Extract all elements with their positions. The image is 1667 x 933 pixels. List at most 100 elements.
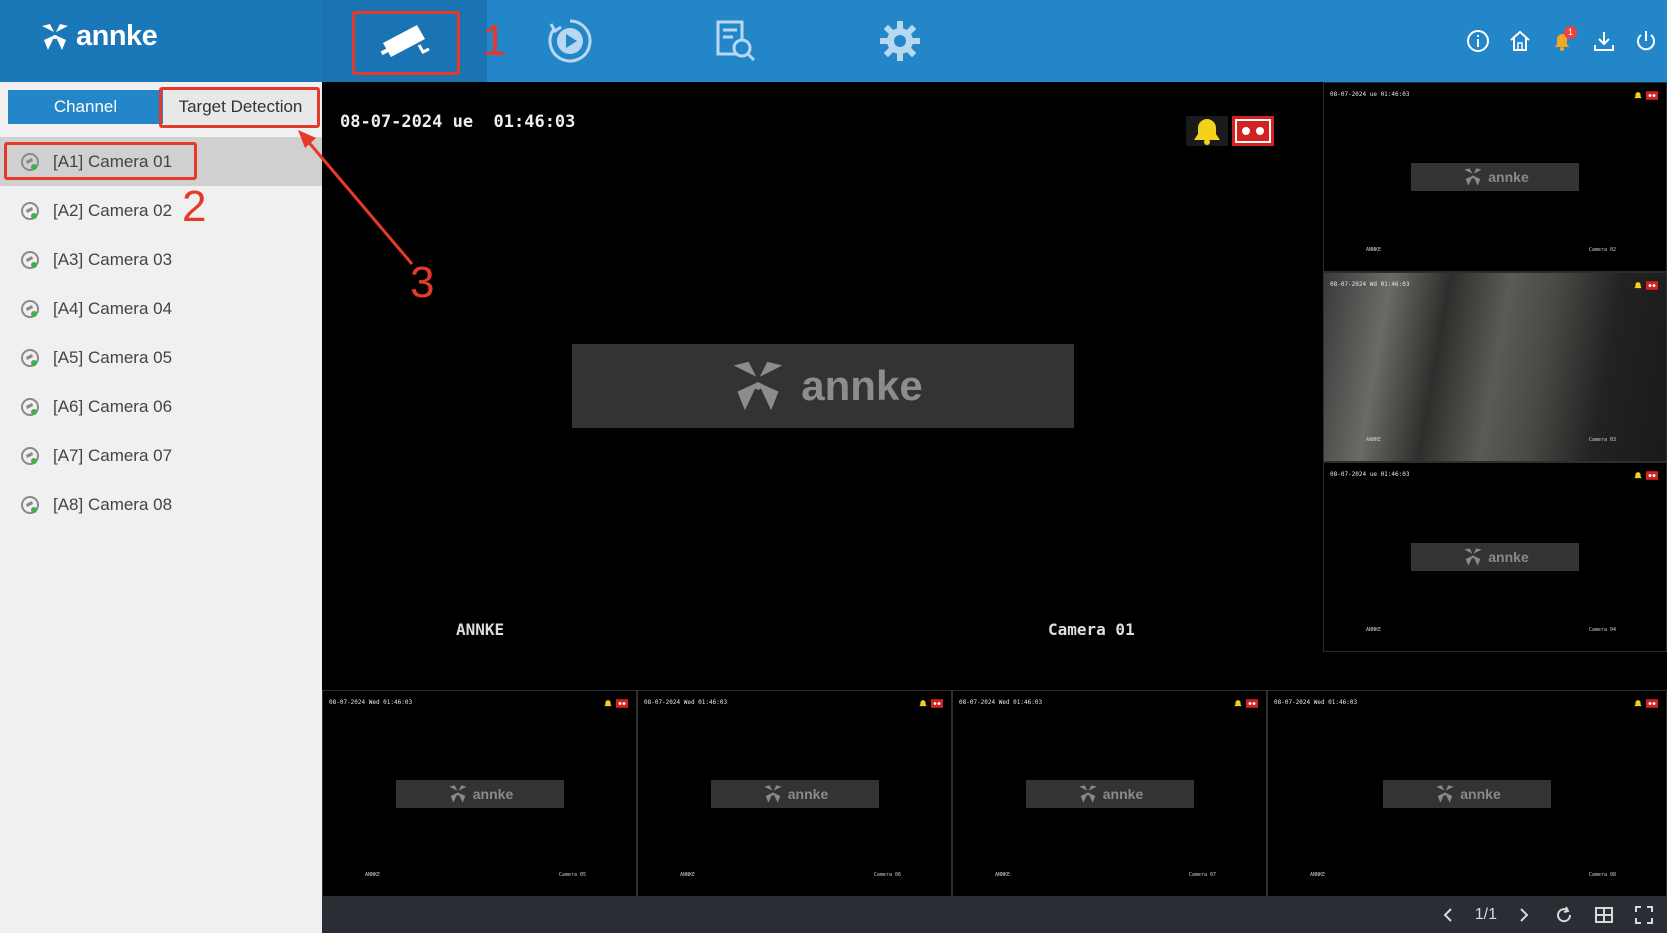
main-alarm-icons <box>1186 116 1274 146</box>
camera-online-icon <box>20 152 40 172</box>
alarm-bell-icon <box>604 700 612 707</box>
annke-logo-icon <box>1079 784 1097 803</box>
channel-item-3[interactable]: [A3] Camera 03 <box>0 235 322 284</box>
annke-logo-icon <box>449 784 467 803</box>
next-page-button[interactable] <box>1511 902 1537 928</box>
main-osd-left: ANNKE <box>456 620 505 639</box>
file-search-icon <box>716 20 755 62</box>
nav-live-view[interactable] <box>322 0 487 82</box>
tab-channel[interactable]: Channel <box>8 90 163 124</box>
alarm-bell-icon <box>1634 282 1642 289</box>
motion-alarm-icon <box>1646 281 1658 290</box>
tile-logo-text: annke <box>787 785 829 802</box>
main-logo-text: annke <box>801 362 923 409</box>
annotation-number-2: 2 <box>182 182 207 231</box>
channel-label: [A5] Camera 05 <box>53 347 173 367</box>
video-tile-main[interactable]: 08-07-2024 ue 01:46:03 annke ANNKE Camer… <box>322 82 1323 690</box>
power-icon <box>1637 31 1655 51</box>
tile-logo-text: annke <box>1488 549 1529 565</box>
video-tile-3[interactable]: 08-07-2024 Wd 01:46:03 ANNKE Camera 03 <box>1323 272 1667 462</box>
fullscreen-button[interactable] <box>1631 902 1657 928</box>
video-tile-7[interactable]: annke 08-07-2024 Wed 01:46:03 ANNKE Camera … <box>952 690 1267 897</box>
top-navbar: annke 1 <box>0 0 1667 82</box>
channel-item-8[interactable]: [A8] Camera 08 <box>0 480 322 529</box>
main-annke-watermark: annke <box>572 344 1074 428</box>
channel-label: [A3] Camera 03 <box>53 249 173 269</box>
bottom-toolbar: 1/1 <box>322 897 1667 933</box>
download-button[interactable] <box>1583 20 1625 62</box>
tile-alarm-icons <box>917 699 943 708</box>
tile-osd-left: ANNKE <box>1310 872 1326 878</box>
download-icon <box>1594 32 1614 51</box>
channel-list: [A1] Camera 01 [A2] Camera 02 [A3] Camera … <box>0 137 322 529</box>
camera-online-icon <box>20 495 40 515</box>
notification-badge: 1 <box>1564 26 1577 39</box>
nav-settings[interactable] <box>817 0 982 82</box>
channel-item-4[interactable]: [A4] Camera 04 <box>0 284 322 333</box>
power-button[interactable] <box>1625 20 1667 62</box>
tile-osd-left: ANNKE <box>680 872 696 878</box>
annke-logo-icon <box>764 784 782 803</box>
camera-online-icon <box>20 299 40 319</box>
camera-status-icon <box>21 201 39 220</box>
brand-logo: annke <box>38 20 158 53</box>
refresh-icon <box>1557 906 1572 923</box>
layout-icon <box>1595 907 1613 923</box>
tile-alarm-icons <box>1632 471 1658 480</box>
tile-osd-timestamp: 08-07-2024 Wed 01:46:03 <box>644 699 728 706</box>
video-tile-6[interactable]: annke 08-07-2024 Wed 01:46:03 ANNKE Camera … <box>637 690 952 897</box>
video-tile-5[interactable]: annke 08-07-2024 Wed 01:46:03 ANNKE Camera … <box>322 690 637 897</box>
prev-page-button[interactable] <box>1435 902 1461 928</box>
nav-file-search[interactable] <box>652 0 817 82</box>
tile-logo-text: annke <box>472 785 514 802</box>
tile-osd-left: ANNKE <box>1366 627 1382 633</box>
tile-alarm-icons <box>1632 281 1658 290</box>
info-button[interactable] <box>1457 20 1499 62</box>
chevron-right-icon <box>1520 908 1529 922</box>
channel-item-5[interactable]: [A5] Camera 05 <box>0 333 322 382</box>
video-tile-4[interactable]: annke 08-07-2024 ue 01:46:03 ANNKE Camera 0… <box>1323 462 1667 652</box>
channel-item-7[interactable]: [A7] Camera 07 <box>0 431 322 480</box>
tile-osd-camera-name: Camera 02 <box>1588 247 1616 253</box>
annotation-number-3: 3 <box>410 258 435 307</box>
refresh-button[interactable] <box>1551 902 1577 928</box>
tile-osd-timestamp: 08-07-2024 Wd 01:46:03 <box>1330 281 1410 288</box>
alarm-bell-icon <box>1634 92 1642 99</box>
channel-item-2[interactable]: [A2] Camera 02 <box>0 186 322 235</box>
channel-label: [A8] Camera 08 <box>53 494 173 514</box>
video-tile-8[interactable]: annke 08-07-2024 Wed 01:46:03 ANNKE Camera … <box>1267 690 1667 897</box>
camera-online-icon <box>20 250 40 270</box>
motion-alarm-icon <box>1646 471 1658 480</box>
tile-osd-left: ANNKE <box>1366 247 1382 253</box>
sidebar: Channel Target Detection [A1] Camera 01[… <box>0 82 322 933</box>
camera-status-icon <box>21 299 39 318</box>
home-button[interactable] <box>1499 20 1541 62</box>
notification-button[interactable]: 1 <box>1541 20 1583 62</box>
motion-alarm-icon <box>1246 699 1258 708</box>
layout-button[interactable] <box>1591 902 1617 928</box>
tile-osd-camera-name: Camera 07 <box>1188 872 1216 878</box>
tile-osd-timestamp: 08-07-2024 ue 01:46:03 <box>1330 471 1410 478</box>
channel-label: [A4] Camera 04 <box>53 298 173 318</box>
channel-label: [A1] Camera 01 <box>53 151 173 171</box>
tile-osd-camera-name: Camera 06 <box>873 872 901 878</box>
nav-playback[interactable] <box>487 0 652 82</box>
annke-watermark: annke <box>1411 543 1579 571</box>
channel-label: [A7] Camera 07 <box>53 445 173 465</box>
alarm-bell-icon <box>1186 116 1228 146</box>
channel-item-1[interactable]: [A1] Camera 01 <box>0 137 322 186</box>
alarm-bell-icon <box>1634 700 1642 707</box>
motion-alarm-icon <box>1232 116 1274 146</box>
annotation-number-1: 1 <box>482 16 507 65</box>
camera-status-icon <box>21 446 39 465</box>
channel-item-6[interactable]: [A6] Camera 06 <box>0 382 322 431</box>
camera-status-icon <box>21 348 39 367</box>
tab-target-detection[interactable]: Target Detection <box>163 90 318 124</box>
annke-logo-icon <box>734 361 783 411</box>
motion-alarm-icon <box>1646 91 1658 100</box>
video-tile-2[interactable]: annke 08-07-2024 ue 01:46:03 ANNKE Camera 0… <box>1323 82 1667 272</box>
tile-osd-camera-name: Camera 05 <box>558 872 586 878</box>
tile-alarm-icons <box>1632 699 1658 708</box>
tile-logo-text: annke <box>1102 785 1144 802</box>
camera-status-icon <box>21 250 39 269</box>
